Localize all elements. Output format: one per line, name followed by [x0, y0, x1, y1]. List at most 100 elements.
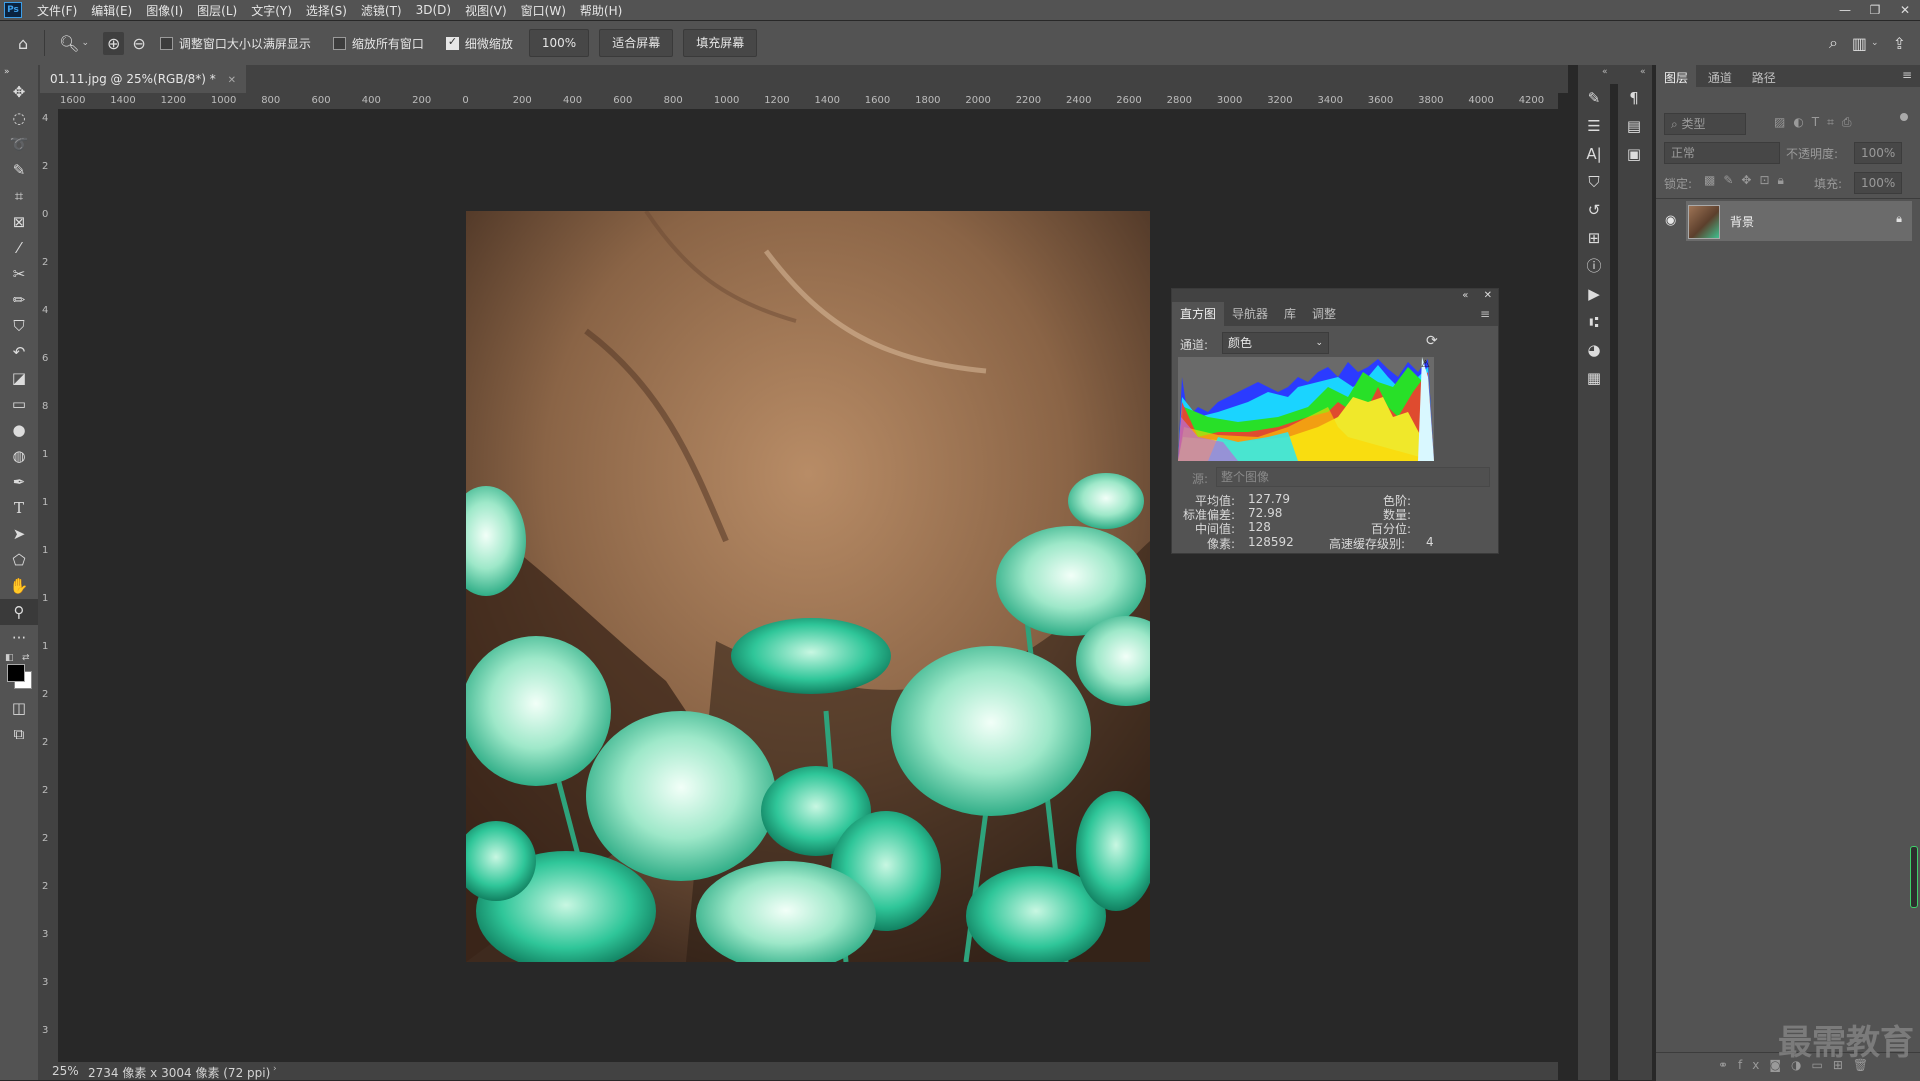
- type-tool-icon[interactable]: T: [0, 495, 38, 521]
- lasso-tool-icon[interactable]: ➰: [0, 131, 38, 157]
- filter-toggle-icon[interactable]: [1900, 113, 1908, 121]
- layer-name[interactable]: 背景: [1730, 213, 1754, 230]
- collapse-icon[interactable]: »: [0, 65, 34, 79]
- tab-layers[interactable]: 图层: [1656, 65, 1697, 91]
- chevron-down-icon[interactable]: ⌄: [81, 38, 89, 48]
- chevron-right-icon[interactable]: ›: [273, 1064, 277, 1074]
- tab-library[interactable]: 库: [1276, 302, 1304, 326]
- zoom-tool-icon[interactable]: ⚲: [0, 599, 38, 625]
- tab-adjustments[interactable]: 调整: [1304, 302, 1344, 326]
- fill-field[interactable]: 100%: [1854, 172, 1902, 194]
- close-icon[interactable]: ✕: [1890, 0, 1920, 20]
- tab-channels[interactable]: 通道: [1700, 65, 1740, 91]
- refresh-icon[interactable]: ⟳: [1426, 333, 1438, 349]
- blur-tool-icon[interactable]: ●: [0, 417, 38, 443]
- marquee-tool-icon[interactable]: ◌: [0, 105, 38, 131]
- properties-icon[interactable]: ☰: [1578, 112, 1610, 140]
- home-icon[interactable]: ⌂: [18, 34, 28, 53]
- lock-icon[interactable]: 🔒︎: [1896, 212, 1902, 226]
- chevron-down-icon[interactable]: ⌄: [1871, 38, 1879, 48]
- frame-tool-icon[interactable]: ⊠: [0, 209, 38, 235]
- actions-icon[interactable]: ⊞: [1578, 224, 1610, 252]
- swap-colors-icon[interactable]: ⇄: [22, 653, 30, 663]
- quick-mask-icon[interactable]: ◫: [0, 695, 38, 721]
- close-tab-icon[interactable]: ✕: [228, 75, 236, 86]
- fit-screen-button[interactable]: 适合屏幕: [599, 29, 674, 57]
- menu-layer[interactable]: 图层(L): [190, 2, 244, 19]
- zoom-all-checkbox[interactable]: 缩放所有窗口: [332, 35, 424, 52]
- default-colors-icon[interactable]: ◧: [5, 653, 14, 663]
- checkbox-icon[interactable]: [159, 36, 173, 50]
- tab-paths[interactable]: 路径: [1744, 65, 1784, 91]
- scrollbar-thumb[interactable]: [1910, 846, 1918, 908]
- more-tools-icon[interactable]: ···: [0, 625, 38, 651]
- menu-type[interactable]: 文字(Y): [244, 2, 299, 19]
- menu-filter[interactable]: 滤镜(T): [354, 2, 409, 19]
- collapse-icon[interactable]: «: [1602, 67, 1608, 77]
- source-select[interactable]: 整个图像: [1216, 467, 1490, 487]
- eraser-tool-icon[interactable]: ◪: [0, 365, 38, 391]
- tool-presets-icon[interactable]: ⑆: [1578, 308, 1610, 336]
- tab-navigator[interactable]: 导航器: [1224, 302, 1276, 326]
- share-icon[interactable]: ⇪: [1893, 34, 1906, 53]
- eyedropper-tool-icon[interactable]: ⁄: [0, 235, 38, 261]
- resize-windows-checkbox[interactable]: 调整窗口大小以满屏显示: [159, 35, 311, 52]
- menu-window[interactable]: 窗口(W): [514, 2, 573, 19]
- fill-screen-button[interactable]: 填充屏幕: [683, 29, 758, 57]
- restore-icon[interactable]: ❐: [1860, 0, 1890, 20]
- move-tool-icon[interactable]: ✥: [0, 79, 38, 105]
- layer-filter-select[interactable]: ⌕ 类型: [1664, 113, 1746, 135]
- menu-select[interactable]: 选择(S): [299, 2, 354, 19]
- collapse-panel-icon[interactable]: «: [1462, 290, 1468, 301]
- document-image[interactable]: [466, 211, 1150, 962]
- hand-tool-icon[interactable]: ✋: [0, 573, 38, 599]
- play-icon[interactable]: ▶: [1578, 280, 1610, 308]
- shape-tool-icon[interactable]: ⬠: [0, 547, 38, 573]
- warning-icon[interactable]: ⚠: [1421, 359, 1430, 370]
- glyphs-icon[interactable]: ▤: [1618, 112, 1650, 140]
- notes-icon[interactable]: ▣: [1618, 140, 1650, 168]
- zoom-out-icon[interactable]: ⊖: [132, 34, 145, 53]
- history-brush-icon[interactable]: ↶: [0, 339, 38, 365]
- character-icon[interactable]: A|: [1578, 140, 1610, 168]
- tab-histogram[interactable]: 直方图: [1172, 302, 1225, 326]
- opacity-field[interactable]: 100%: [1854, 142, 1902, 164]
- zoom-tool-icon[interactable]: 🔍︎: [59, 34, 79, 53]
- table-icon[interactable]: ▦: [1578, 364, 1610, 392]
- dodge-tool-icon[interactable]: ◍: [0, 443, 38, 469]
- document-tab[interactable]: 01.11.jpg @ 25%(RGB/8*) * ✕: [40, 65, 246, 93]
- search-icon[interactable]: ⌕: [1829, 33, 1838, 53]
- collapse-icon[interactable]: «: [1640, 67, 1646, 77]
- checkbox-checked-icon[interactable]: [445, 35, 459, 50]
- menu-3d[interactable]: 3D(D): [409, 3, 458, 17]
- gradient-tool-icon[interactable]: ▭: [0, 391, 38, 417]
- clone-source-icon[interactable]: ⛉: [1578, 168, 1610, 196]
- zoom-100-button[interactable]: 100%: [528, 29, 590, 57]
- panel-menu-icon[interactable]: ≡: [1902, 68, 1912, 82]
- info-icon[interactable]: ⓘ: [1578, 252, 1610, 280]
- close-panel-icon[interactable]: ✕: [1484, 290, 1492, 301]
- menu-edit[interactable]: 编辑(E): [84, 2, 139, 19]
- menu-help[interactable]: 帮助(H): [573, 2, 629, 19]
- path-select-tool-icon[interactable]: ➤: [0, 521, 38, 547]
- blend-mode-select[interactable]: 正常: [1664, 142, 1780, 164]
- foreground-color-swatch[interactable]: [7, 664, 25, 682]
- layer-row[interactable]: 背景 🔒︎: [1686, 201, 1912, 241]
- stamp-tool-icon[interactable]: ⛉: [0, 313, 38, 339]
- panel-menu-icon[interactable]: ≡: [1472, 302, 1498, 326]
- workspace-icon[interactable]: ▥: [1852, 34, 1867, 53]
- zoom-level[interactable]: 25%: [52, 1064, 79, 1078]
- channel-select[interactable]: 颜色 ⌄: [1222, 332, 1329, 354]
- lock-icons[interactable]: ▩✎✥⊡🔒︎: [1704, 173, 1792, 188]
- history-icon[interactable]: ↺: [1578, 196, 1610, 224]
- menu-file[interactable]: 文件(F): [30, 2, 84, 19]
- menu-image[interactable]: 图像(I): [139, 2, 190, 19]
- healing-tool-icon[interactable]: ✂: [0, 261, 38, 287]
- screen-mode-icon[interactable]: ⧉: [0, 721, 38, 747]
- pen-tool-icon[interactable]: ✒: [0, 469, 38, 495]
- crop-tool-icon[interactable]: ⌗: [0, 183, 38, 209]
- menu-view[interactable]: 视图(V): [458, 2, 514, 19]
- quick-select-tool-icon[interactable]: ✎: [0, 157, 38, 183]
- paragraph-icon[interactable]: ¶: [1618, 84, 1650, 112]
- minimize-icon[interactable]: —: [1830, 0, 1860, 20]
